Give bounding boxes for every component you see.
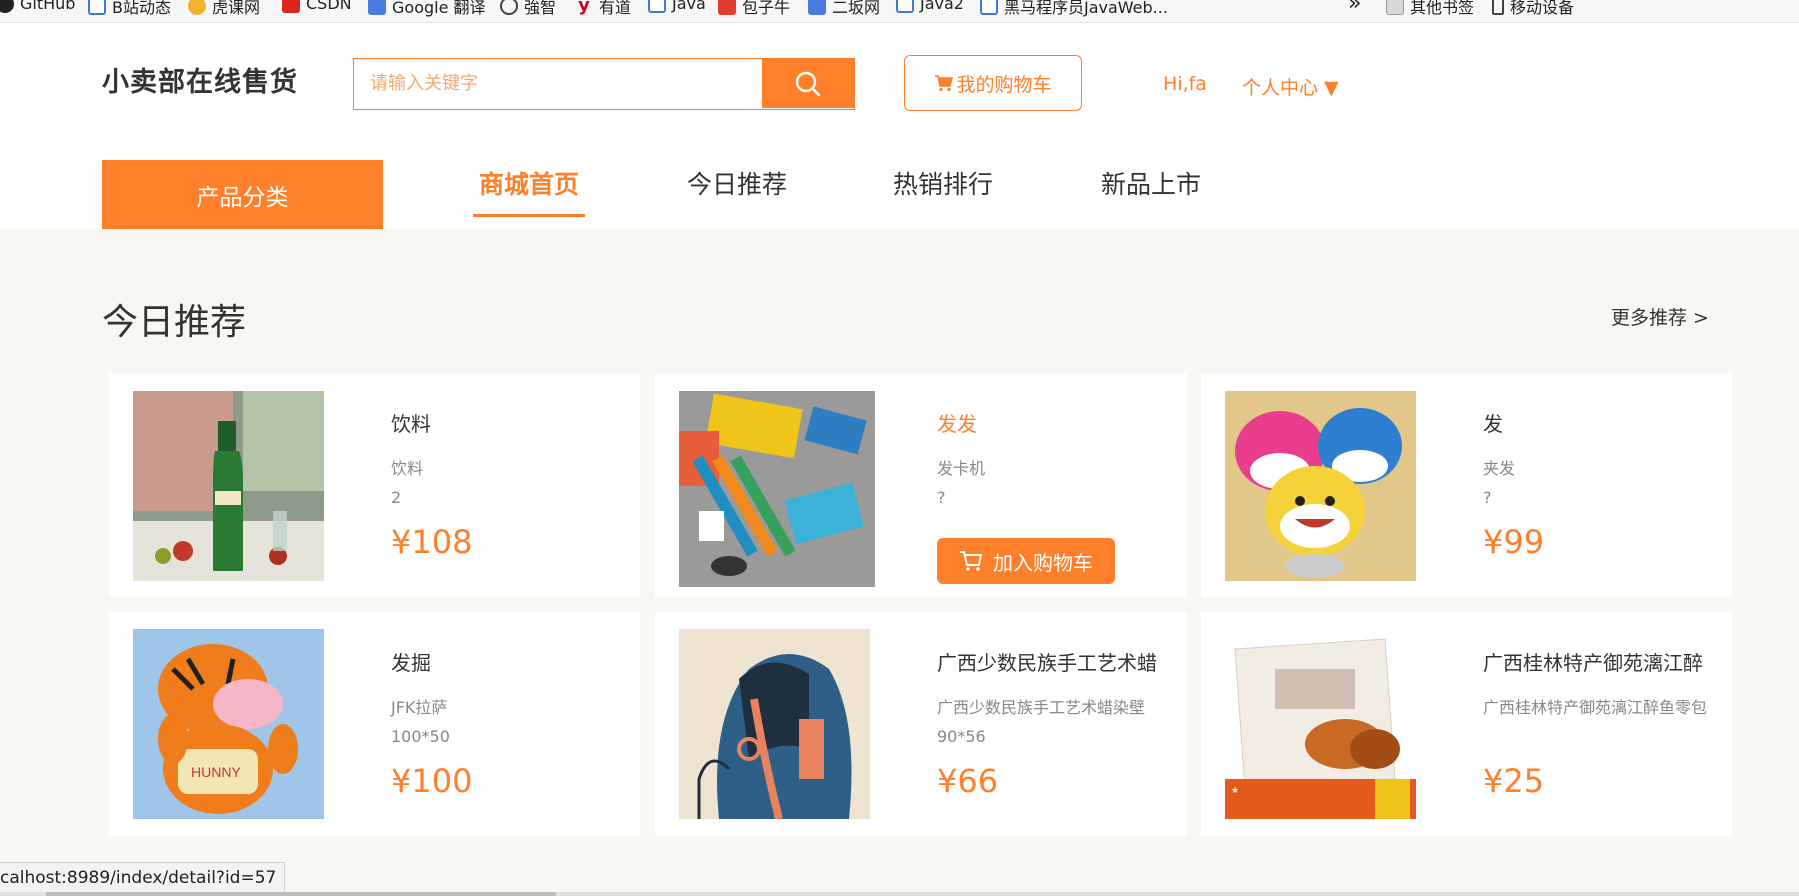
product-price: ¥25 bbox=[1483, 762, 1545, 800]
bookmark-youdao[interactable]: y 有道 bbox=[575, 0, 631, 18]
product-desc: 广西桂林特产御苑漓江醉鱼零包 bbox=[1483, 698, 1708, 717]
product-card[interactable]: ★ 广西桂林特产御苑漓江醉 广西桂林特产御苑漓江醉鱼零包 ¥25 bbox=[1201, 612, 1732, 836]
cart-icon bbox=[960, 551, 983, 571]
more-recommend-link[interactable]: 更多推荐 > bbox=[1611, 303, 1709, 330]
bookmark-huke[interactable]: 虎课网 bbox=[188, 0, 260, 18]
bookmark-qiangzhi[interactable]: 強智 bbox=[500, 0, 556, 18]
search-input[interactable] bbox=[354, 59, 762, 108]
bookmarks-bar: GitHub B站动态 虎课网 CSDN Google 翻译 強智 y 有道 J… bbox=[0, 0, 1799, 23]
link-status-bar: calhost:8989/index/detail?id=57 bbox=[0, 862, 286, 894]
youdao-icon: y bbox=[578, 0, 590, 16]
product-desc: 广西少数民族手工艺术蜡染壁 bbox=[937, 698, 1146, 717]
bookmark-heima[interactable]: 黑马程序员JavaWeb... bbox=[980, 0, 1168, 18]
product-image-green-bottle[interactable] bbox=[133, 391, 324, 581]
svg-text:★: ★ bbox=[1231, 785, 1239, 795]
product-image-shark-plush[interactable] bbox=[1225, 391, 1416, 581]
product-image-tiger-plush[interactable]: HUNNY bbox=[133, 629, 324, 819]
bookmark-mobile[interactable]: 移动设备 bbox=[1492, 0, 1574, 18]
tab-home[interactable]: 商城首页 bbox=[479, 165, 579, 201]
product-card[interactable]: 发发 发卡机 ? 加入购物车 bbox=[655, 373, 1186, 597]
product-spec: 90*56 bbox=[937, 727, 986, 746]
product-desc: 发卡机 bbox=[937, 459, 986, 478]
search-button[interactable] bbox=[762, 59, 854, 108]
bilibili-icon bbox=[648, 0, 666, 13]
bookmark-other-folder[interactable]: 其他书签 bbox=[1386, 0, 1474, 18]
my-cart-button[interactable]: 我的购物车 bbox=[904, 55, 1082, 111]
site-header: 小卖部在线售货 我的购物车 Hi,fa 个人中心 ▼ 产品分类 商城首页 今日推… bbox=[0, 23, 1799, 229]
search-box bbox=[353, 58, 855, 110]
add-to-cart-button[interactable]: 加入购物车 bbox=[937, 538, 1115, 584]
tab-today-recommend[interactable]: 今日推荐 bbox=[687, 165, 787, 201]
product-name[interactable]: 广西桂林特产御苑漓江醉 bbox=[1483, 647, 1713, 676]
product-name[interactable]: 发 bbox=[1483, 408, 1713, 437]
product-card[interactable]: 饮料 饮料 2 ¥108 bbox=[109, 373, 640, 597]
product-name[interactable]: 饮料 bbox=[391, 408, 621, 437]
product-name[interactable]: 发发 bbox=[937, 408, 1167, 437]
user-greeting[interactable]: Hi,fa bbox=[1163, 73, 1207, 95]
svg-text:HUNNY: HUNNY bbox=[191, 764, 241, 780]
bookmark-cainiao[interactable]: 包子牛 bbox=[718, 0, 790, 18]
product-card[interactable]: 广西少数民族手工艺术蜡 广西少数民族手工艺术蜡染壁 90*56 ¥66 bbox=[655, 612, 1186, 836]
bookmark-github[interactable]: GitHub bbox=[0, 0, 75, 13]
tab-new-arrivals[interactable]: 新品上市 bbox=[1101, 165, 1201, 201]
cart-icon bbox=[935, 75, 954, 92]
google-translate-icon bbox=[368, 0, 386, 15]
product-name[interactable]: 广西少数民族手工艺术蜡 bbox=[937, 647, 1167, 676]
product-price: ¥100 bbox=[391, 762, 473, 800]
scrollbar-thumb[interactable] bbox=[46, 892, 556, 896]
section-title: 今日推荐 bbox=[102, 302, 247, 343]
erban-icon bbox=[808, 0, 826, 15]
bilibili-icon bbox=[88, 0, 106, 15]
product-desc: 夹发 bbox=[1483, 459, 1516, 478]
bookmark-java2[interactable]: Java2 bbox=[896, 0, 964, 13]
product-image-stationery[interactable] bbox=[679, 391, 875, 587]
product-spec: ? bbox=[1483, 488, 1492, 507]
bookmark-erban[interactable]: 二坂网 bbox=[808, 0, 880, 18]
github-icon bbox=[0, 0, 14, 13]
huke-icon bbox=[188, 0, 206, 15]
globe-icon bbox=[500, 0, 518, 15]
bookmark-google-translate[interactable]: Google 翻译 bbox=[368, 0, 486, 18]
bookmark-bilibili[interactable]: B站动态 bbox=[88, 0, 171, 18]
horizontal-scrollbar[interactable] bbox=[0, 892, 1799, 896]
product-image-fish-snack-package[interactable]: ★ bbox=[1225, 629, 1416, 819]
site-logo[interactable]: 小卖部在线售货 bbox=[102, 60, 298, 99]
bilibili-icon bbox=[980, 0, 998, 15]
product-name[interactable]: 发掘 bbox=[391, 647, 621, 676]
product-image-batik-painting[interactable] bbox=[679, 629, 870, 819]
bookmark-csdn[interactable]: CSDN bbox=[282, 0, 352, 13]
bookmarks-overflow-chevron-icon[interactable]: » bbox=[1348, 0, 1361, 16]
product-spec: 100*50 bbox=[391, 727, 450, 746]
product-desc: 饮料 bbox=[391, 459, 424, 478]
product-card[interactable]: 发 夹发 ? ¥99 bbox=[1201, 373, 1732, 597]
product-spec: 2 bbox=[391, 488, 402, 507]
product-price: ¥99 bbox=[1483, 523, 1545, 561]
mobile-icon bbox=[1492, 0, 1504, 15]
search-icon bbox=[795, 71, 821, 96]
product-card[interactable]: HUNNY 发掘 JFK拉萨 100*50 ¥100 bbox=[109, 612, 640, 836]
bilibili-icon bbox=[896, 0, 914, 13]
cainiao-icon bbox=[718, 0, 736, 15]
product-price: ¥108 bbox=[391, 523, 473, 561]
bookmark-java[interactable]: Java bbox=[648, 0, 706, 13]
active-tab-underline bbox=[473, 214, 585, 217]
product-desc: JFK拉萨 bbox=[391, 698, 448, 717]
folder-icon bbox=[1386, 0, 1404, 15]
product-category-button[interactable]: 产品分类 bbox=[102, 160, 383, 229]
personal-center-dropdown[interactable]: 个人中心 ▼ bbox=[1242, 73, 1339, 100]
product-price: ¥66 bbox=[937, 762, 999, 800]
product-spec: ? bbox=[937, 488, 946, 507]
csdn-icon bbox=[282, 0, 300, 13]
tab-hot-ranking[interactable]: 热销排行 bbox=[893, 165, 993, 201]
